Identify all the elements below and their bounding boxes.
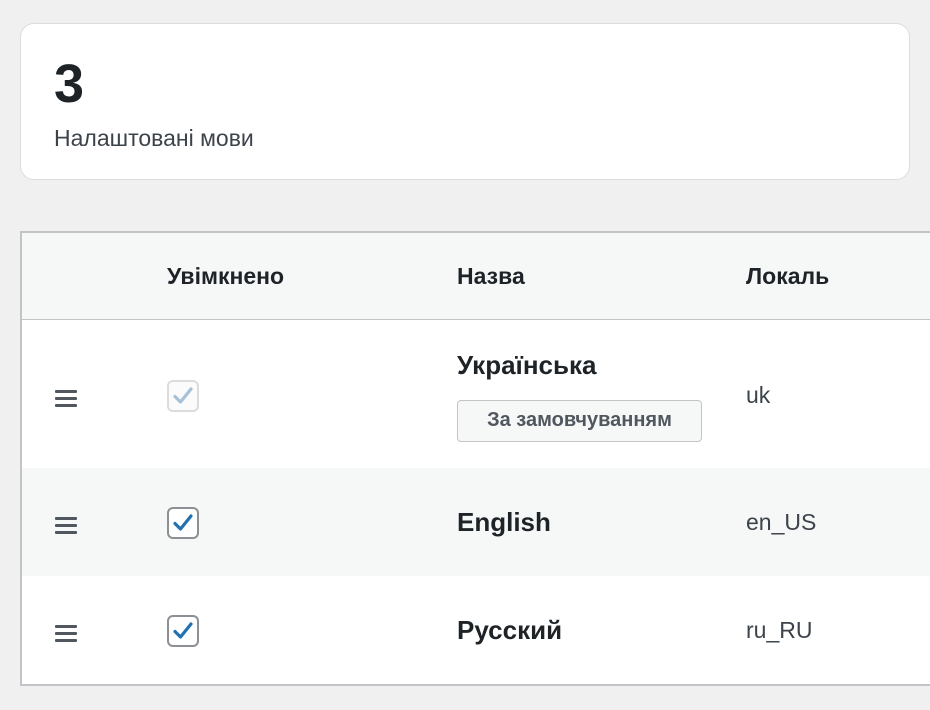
languages-count-card: 3 Налаштовані мови — [20, 23, 910, 180]
checkmark-icon — [173, 514, 193, 531]
language-locale: ru_RU — [746, 617, 813, 643]
languages-count-label: Налаштовані мови — [54, 125, 254, 151]
enabled-checkbox-uk[interactable] — [167, 380, 199, 412]
checkmark-icon — [173, 387, 193, 404]
table-row-en: English en_US — [22, 468, 930, 576]
enabled-checkbox-ru[interactable] — [167, 615, 199, 647]
language-name: English — [457, 507, 551, 537]
drag-handle-icon[interactable] — [55, 390, 79, 410]
drag-handle-icon[interactable] — [55, 517, 79, 537]
default-badge: За замовчуванням — [457, 400, 702, 442]
column-header-enabled[interactable]: Увімкнено — [167, 233, 284, 320]
language-name: Українська — [457, 350, 597, 380]
languages-count: 3 — [54, 54, 85, 114]
drag-handle-icon[interactable] — [55, 625, 79, 645]
language-locale: en_US — [746, 509, 817, 535]
languages-table: Увімкнено Назва Локаль Українська За зам… — [20, 231, 930, 686]
table-row-uk: Українська За замовчуванням uk — [22, 320, 930, 468]
column-header-name[interactable]: Назва — [457, 233, 525, 320]
checkmark-icon — [173, 622, 193, 639]
language-locale: uk — [746, 382, 771, 408]
language-name: Русский — [457, 615, 563, 645]
table-row-ru: Русский ru_RU — [22, 576, 930, 684]
table-header: Увімкнено Назва Локаль — [22, 233, 930, 320]
enabled-checkbox-en[interactable] — [167, 507, 199, 539]
column-header-locale[interactable]: Локаль — [746, 233, 829, 320]
